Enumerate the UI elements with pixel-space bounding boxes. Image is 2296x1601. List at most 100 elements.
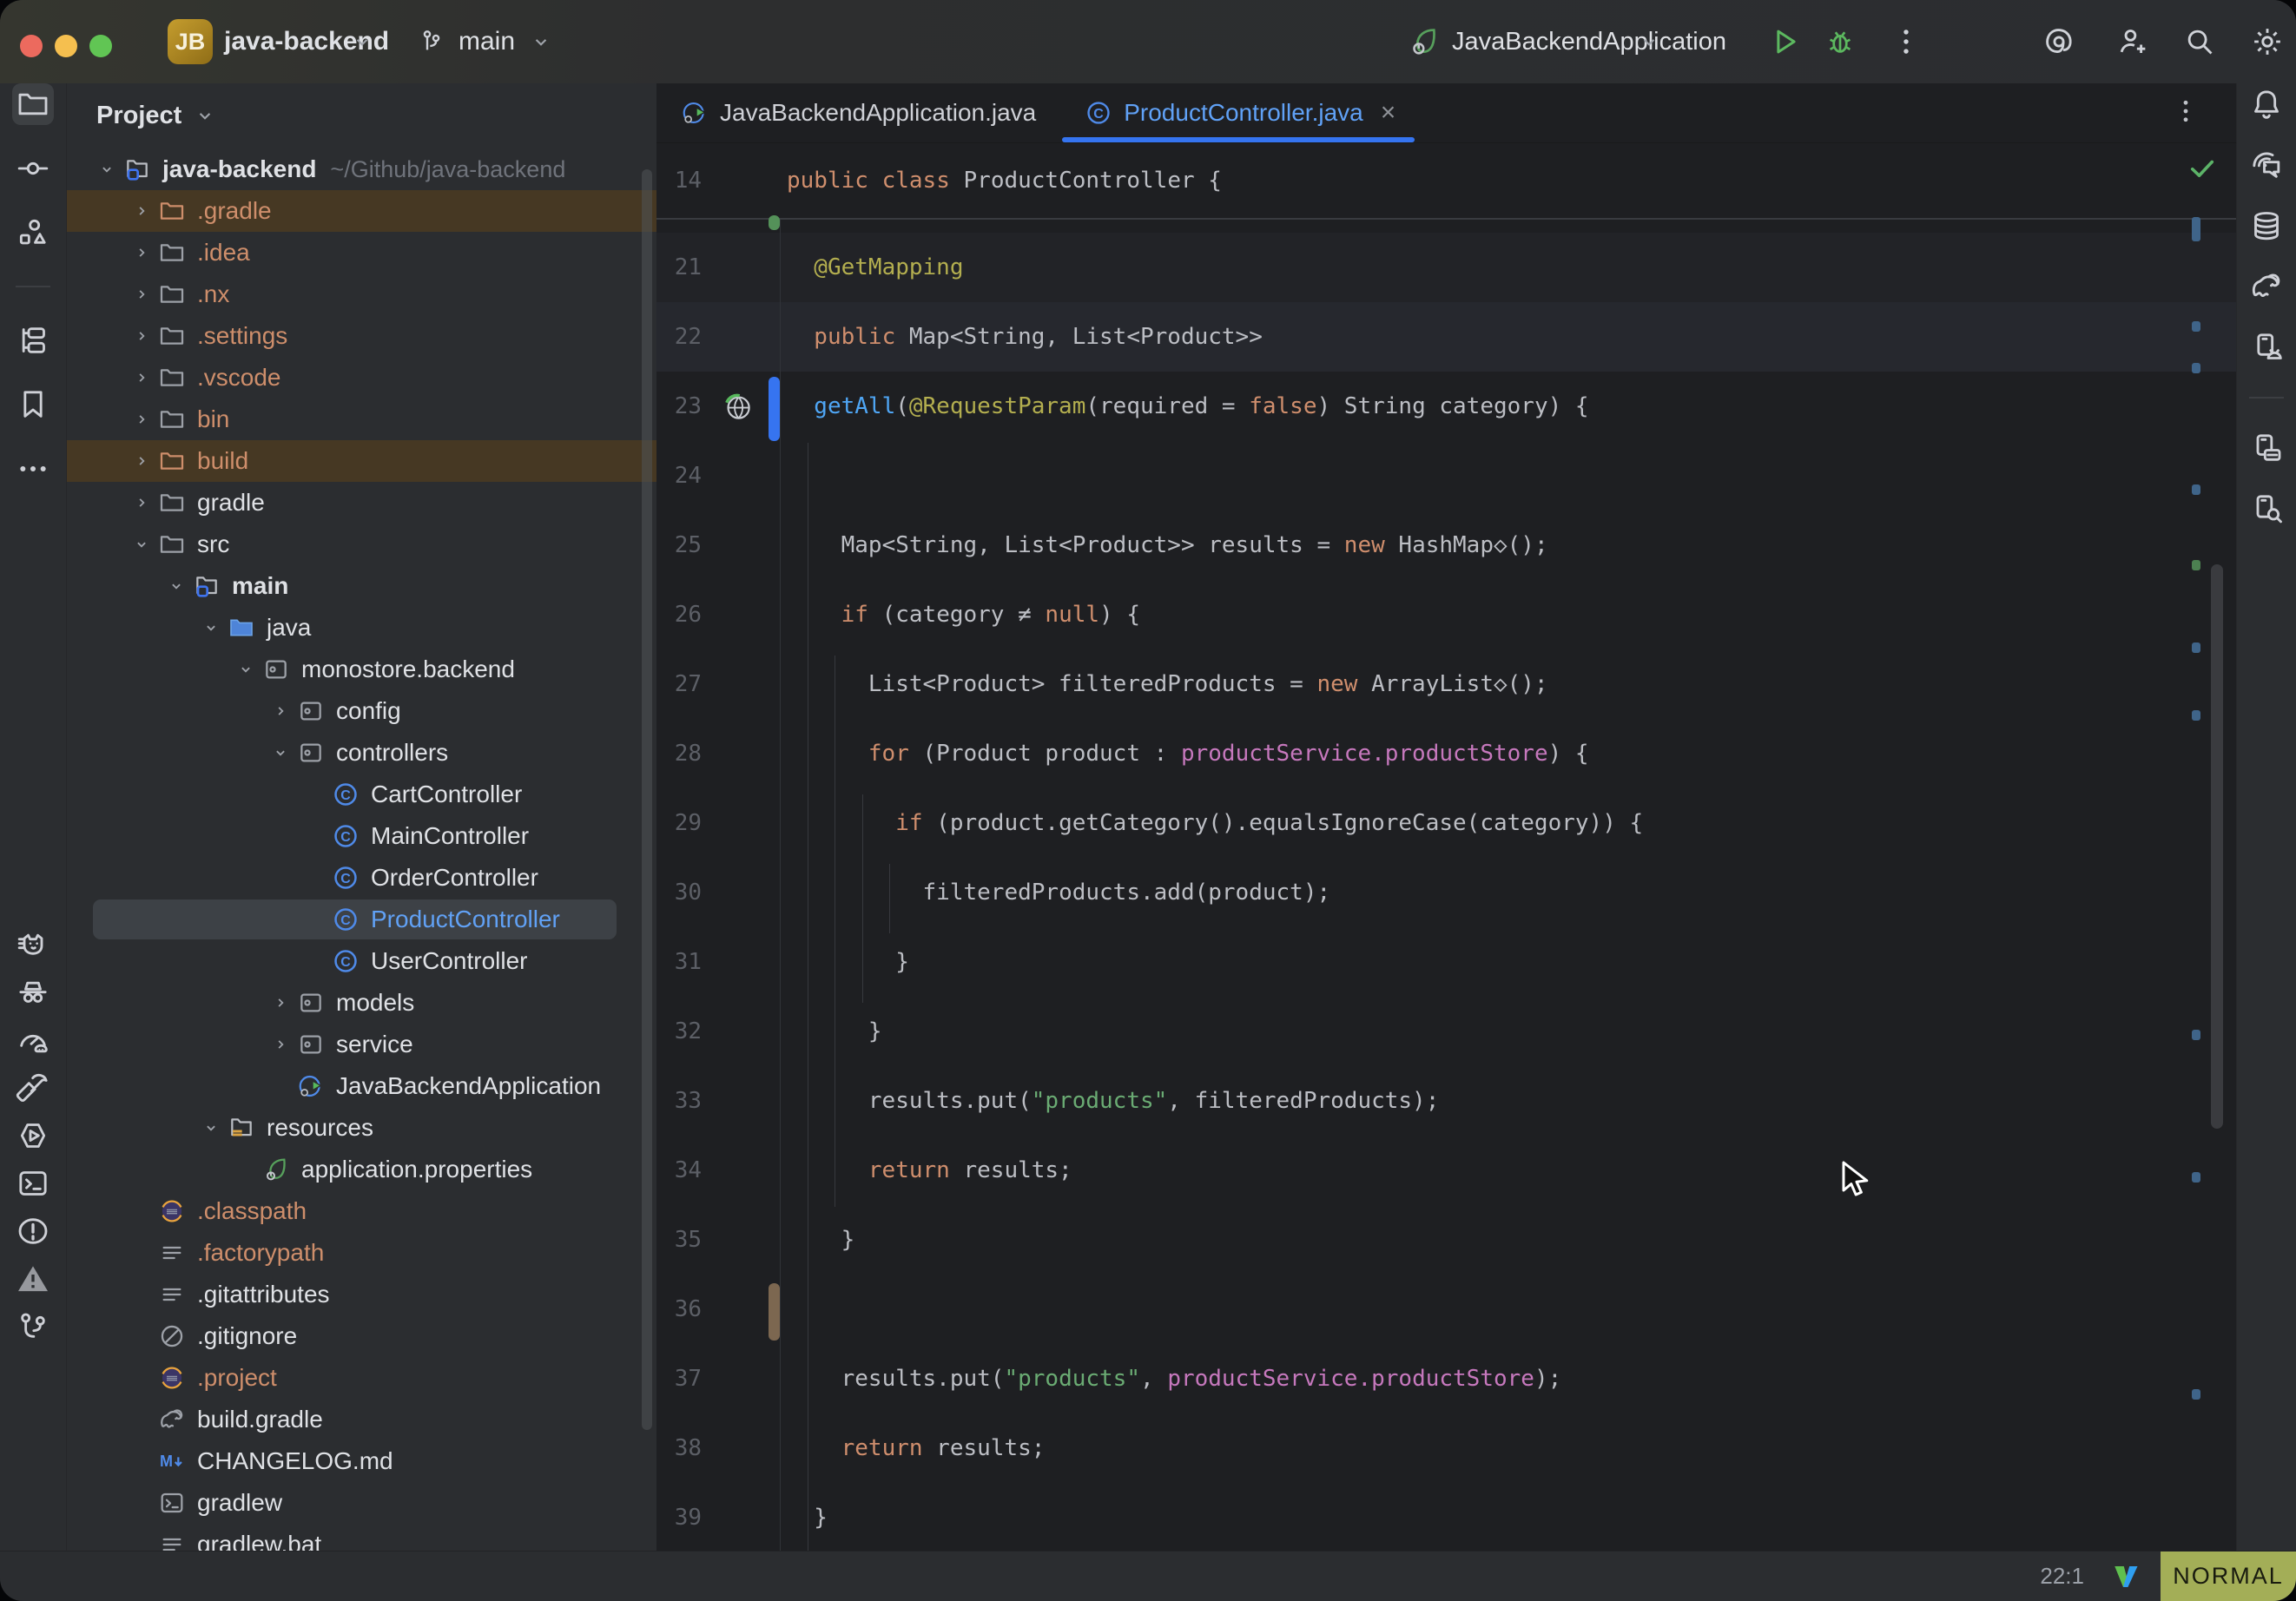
tree-item-usercontroller[interactable]: CUserController: [67, 940, 656, 982]
tree-item-.factorypath[interactable]: .factorypath: [67, 1232, 656, 1274]
tree-item-gradle[interactable]: gradle: [67, 482, 656, 524]
inspections-ok-icon[interactable]: [2187, 153, 2218, 184]
terminal-tool-button[interactable]: [12, 1163, 54, 1204]
tree-item-resources[interactable]: resources: [67, 1107, 656, 1149]
editor-scrollbar[interactable]: [2211, 564, 2223, 1129]
tree-item-service[interactable]: service: [67, 1024, 656, 1065]
code-line-24[interactable]: 24: [656, 441, 2236, 511]
tree-item-monostore.backend[interactable]: monostore.backend: [67, 649, 656, 690]
analysis-mark[interactable]: [2192, 1389, 2200, 1400]
chevron-collapsed-icon[interactable]: [126, 487, 157, 518]
chevron-expanded-icon[interactable]: [195, 1112, 227, 1143]
ideavim-icon[interactable]: [2110, 1561, 2141, 1592]
tree-item-.gitignore[interactable]: .gitignore: [67, 1315, 656, 1357]
close-button[interactable]: [20, 35, 43, 57]
tree-item-ordercontroller[interactable]: COrderController: [67, 857, 656, 899]
project-panel-header[interactable]: Project: [67, 83, 656, 148]
tree-item-maincontroller[interactable]: CMainController: [67, 815, 656, 857]
ai-assistant-tool-button[interactable]: [2246, 144, 2287, 186]
tree-item-gradlew.bat[interactable]: gradlew.bat: [67, 1524, 656, 1551]
chevron-collapsed-icon[interactable]: [265, 987, 296, 1018]
tab-javabackendapplication[interactable]: JavaBackendApplication.java: [670, 83, 1060, 142]
tree-item-java-backend[interactable]: java-backend~/Github/java-backend: [67, 148, 656, 190]
problems-tool-button[interactable]: [12, 1210, 54, 1252]
analysis-mark[interactable]: [2192, 321, 2200, 332]
code-line-38[interactable]: 38return results;: [656, 1413, 2236, 1483]
chevron-collapsed-icon[interactable]: [126, 237, 157, 268]
hierarchy-tool-button[interactable]: [12, 320, 54, 361]
running-devices-button[interactable]: [2246, 326, 2287, 368]
chevron-collapsed-icon[interactable]: [265, 1029, 296, 1060]
code-line-28[interactable]: 28for (Product product : productService.…: [656, 719, 2236, 788]
tree-item-.nx[interactable]: .nx: [67, 273, 656, 315]
code-line-37[interactable]: 37results.put("products", productService…: [656, 1344, 2236, 1413]
analysis-mark[interactable]: [2192, 1172, 2200, 1183]
tree-item-changelog.md[interactable]: MCHANGELOG.md: [67, 1440, 656, 1482]
run-button[interactable]: [1768, 0, 1801, 83]
chevron-collapsed-icon[interactable]: [126, 362, 157, 393]
gradle-tool-button[interactable]: [2246, 266, 2287, 307]
chevron-collapsed-icon[interactable]: [126, 195, 157, 227]
build-tool-button[interactable]: [12, 1067, 54, 1109]
tree-item-build.gradle[interactable]: build.gradle: [67, 1399, 656, 1440]
tree-item-src[interactable]: src: [67, 524, 656, 565]
notifications-button[interactable]: [2246, 83, 2287, 125]
code-line-27[interactable]: 27List<Product> filteredProducts = new A…: [656, 649, 2236, 719]
caret-position[interactable]: 22:1: [2040, 1563, 2084, 1590]
database-tool-button[interactable]: [2246, 205, 2287, 247]
vim-mode-badge[interactable]: NORMAL: [2161, 1552, 2296, 1601]
chevron-expanded-icon[interactable]: [126, 529, 157, 560]
analysis-mark[interactable]: [2192, 1030, 2200, 1040]
debug-button[interactable]: [1824, 0, 1857, 83]
code-line-23[interactable]: 23getAll(@RequestParam(required = false)…: [656, 372, 2236, 441]
tree-item-.vscode[interactable]: .vscode: [67, 357, 656, 399]
chevron-collapsed-icon[interactable]: [126, 404, 157, 435]
tree-item-controllers[interactable]: controllers: [67, 732, 656, 774]
zoom-button[interactable]: [89, 35, 112, 57]
tree-item-.settings[interactable]: .settings: [67, 315, 656, 357]
tree-item-javabackendapplication[interactable]: JavaBackendApplication: [67, 1065, 656, 1107]
code-line-21[interactable]: 21@GetMapping: [656, 233, 2236, 302]
analysis-mark[interactable]: [2192, 363, 2200, 373]
chevron-collapsed-icon[interactable]: [126, 279, 157, 310]
device-manager-button[interactable]: [2246, 427, 2287, 469]
chevron-collapsed-icon[interactable]: [126, 320, 157, 352]
tree-item-.gitattributes[interactable]: .gitattributes: [67, 1274, 656, 1315]
code-line-35[interactable]: 35}: [656, 1205, 2236, 1275]
profiler-tool-button[interactable]: [12, 1019, 54, 1061]
chevron-collapsed-icon[interactable]: [265, 695, 296, 727]
tree-item-build[interactable]: build: [67, 440, 656, 482]
ai-assistant-button[interactable]: [2042, 0, 2075, 83]
tree-item-bin[interactable]: bin: [67, 399, 656, 440]
structure-tool-button[interactable]: [12, 212, 54, 254]
tree-item-.idea[interactable]: .idea: [67, 232, 656, 273]
code-line-26[interactable]: 26if (category ≠ null) {: [656, 580, 2236, 649]
more-tool-windows-button[interactable]: [12, 448, 54, 490]
device-explorer-button[interactable]: [2246, 488, 2287, 530]
code-line-33[interactable]: 33results.put("products", filteredProduc…: [656, 1066, 2236, 1136]
tree-item-config[interactable]: config: [67, 690, 656, 732]
code-line-29[interactable]: 29if (product.getCategory().equalsIgnore…: [656, 788, 2236, 858]
commit-tool-button[interactable]: [12, 148, 54, 189]
code-line-36[interactable]: 36: [656, 1275, 2236, 1344]
incognito-tool-button[interactable]: [12, 972, 54, 1013]
chevron-expanded-icon[interactable]: [230, 654, 261, 685]
analysis-mark[interactable]: [2192, 560, 2200, 570]
tree-item-cartcontroller[interactable]: CCartController: [67, 774, 656, 815]
tree-item-.gradle[interactable]: .gradle: [67, 190, 656, 232]
chevron-expanded-icon[interactable]: [91, 154, 122, 185]
more-actions-button[interactable]: [1890, 0, 1923, 83]
project-tool-button[interactable]: [12, 83, 54, 125]
tree-item-application.properties[interactable]: application.properties: [67, 1149, 656, 1190]
tree-item-main[interactable]: main: [67, 565, 656, 607]
version-control-tool-button[interactable]: [12, 1306, 54, 1347]
analysis-mark[interactable]: [2192, 217, 2200, 241]
cat-tool-button[interactable]: [12, 924, 54, 965]
services-tool-button[interactable]: [12, 1115, 54, 1156]
warnings-tool-button[interactable]: [12, 1258, 54, 1300]
code-line-31[interactable]: 31}: [656, 927, 2236, 997]
code-line-30[interactable]: 30filteredProducts.add(product);: [656, 858, 2236, 927]
tree-item-gradlew[interactable]: gradlew: [67, 1482, 656, 1524]
code-line-34[interactable]: 34return results;: [656, 1136, 2236, 1205]
code-line-39[interactable]: 39}: [656, 1483, 2236, 1551]
